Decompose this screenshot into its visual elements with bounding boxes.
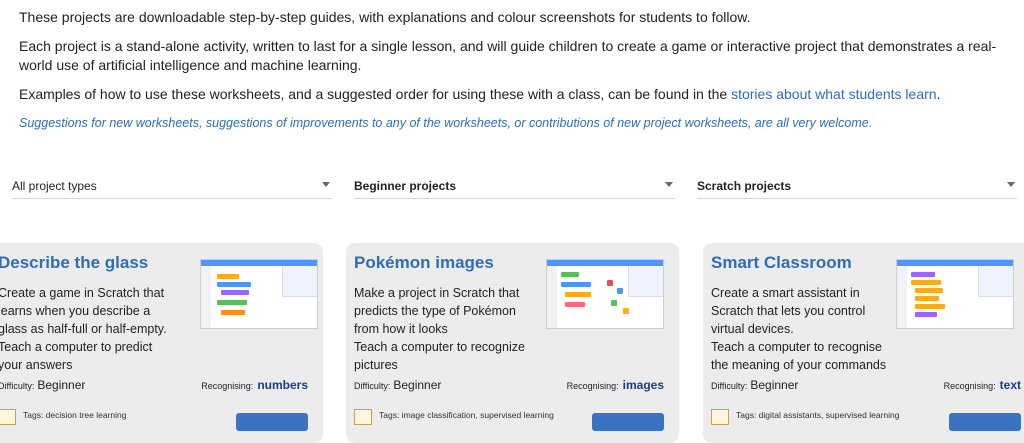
recognising-info: Recognising: text (944, 378, 1021, 392)
card-title[interactable]: Pokémon images (354, 253, 494, 273)
card-teach: Teach a computer to recognize pictures (354, 340, 525, 372)
stories-link[interactable]: stories about what students learn (731, 86, 936, 102)
recognising-label: Recognising: (566, 381, 619, 391)
recognising-info: Recognising: numbers (201, 378, 308, 392)
recognising-label: Recognising: (943, 381, 996, 391)
tag-icon (711, 409, 729, 425)
recognising-value: text (999, 378, 1021, 392)
card-teach: Teach a computer to recognise the meanin… (711, 340, 887, 372)
intro-line-1: These projects are downloadable step-by-… (19, 9, 751, 25)
card-description: Create a smart assistant in Scratch that… (711, 286, 866, 336)
open-project-button[interactable] (236, 413, 308, 431)
card-description: Make a project in Scratch that predicts … (354, 286, 520, 336)
card-tags: Tags: image classification, supervised l… (379, 410, 554, 420)
difficulty-value: Beginner (750, 378, 799, 392)
open-project-button[interactable] (592, 413, 664, 431)
intro-section: These projects are downloadable step-by-… (19, 8, 1009, 143)
recognising-info: Recognising: images (567, 378, 664, 392)
card-tags: Tags: digital assistants, supervised lea… (736, 410, 900, 420)
difficulty-info: Difficulty: Beginner (354, 378, 441, 392)
project-screenshot (200, 259, 318, 329)
project-screenshot (546, 259, 664, 329)
platform-filter-value: Scratch projects (697, 179, 792, 193)
recognising-value: images (622, 378, 664, 392)
card-tags: Tags: decision tree learning (23, 410, 127, 420)
intro-line-3-prefix: Examples of how to use these worksheets,… (19, 86, 732, 102)
difficulty-value: Beginner (37, 378, 86, 392)
project-type-filter-value: All project types (12, 179, 97, 193)
intro-line-3: Examples of how to use these worksheets,… (19, 85, 1009, 104)
chevron-down-icon (322, 182, 330, 187)
difficulty-label: Difficulty: (711, 381, 748, 391)
project-card-describe-the-glass[interactable]: Describe the glass Create a game in Scra… (0, 243, 323, 443)
tag-icon (354, 409, 372, 425)
intro-line-3-suffix: . (936, 86, 941, 102)
open-project-button[interactable] (949, 413, 1021, 431)
platform-filter[interactable]: Scratch projects (697, 170, 1017, 199)
tag-icon (0, 409, 16, 425)
card-teach: Teach a computer to predict your answers (0, 340, 153, 372)
difficulty-label: Difficulty: (0, 381, 35, 391)
recognising-value: numbers (257, 378, 308, 392)
project-screenshot (896, 259, 1014, 329)
project-card-smart-classroom[interactable]: Smart Classroom Create a smart assistant… (703, 243, 1024, 443)
card-title[interactable]: Describe the glass (0, 253, 148, 273)
chevron-down-icon (1007, 182, 1015, 187)
project-type-filter[interactable]: All project types (12, 170, 332, 199)
suggestions-note: Suggestions for new worksheets, suggesti… (19, 116, 873, 130)
intro-line-2: Each project is a stand-alone activity, … (19, 38, 997, 73)
difficulty-filter-value: Beginner projects (354, 179, 457, 193)
difficulty-label: Difficulty: (354, 381, 391, 391)
difficulty-value: Beginner (393, 378, 442, 392)
card-title[interactable]: Smart Classroom (711, 253, 852, 273)
chevron-down-icon (665, 182, 673, 187)
difficulty-filter[interactable]: Beginner projects (354, 170, 675, 199)
project-card-pokemon-images[interactable]: Pokémon images Make a project in Scratch… (346, 243, 679, 443)
recognising-label: Recognising: (201, 381, 254, 391)
difficulty-info: Difficulty: Beginner (711, 378, 798, 392)
difficulty-info: Difficulty: Beginner (0, 378, 85, 392)
card-description: Create a game in Scratch that learns whe… (0, 286, 167, 336)
